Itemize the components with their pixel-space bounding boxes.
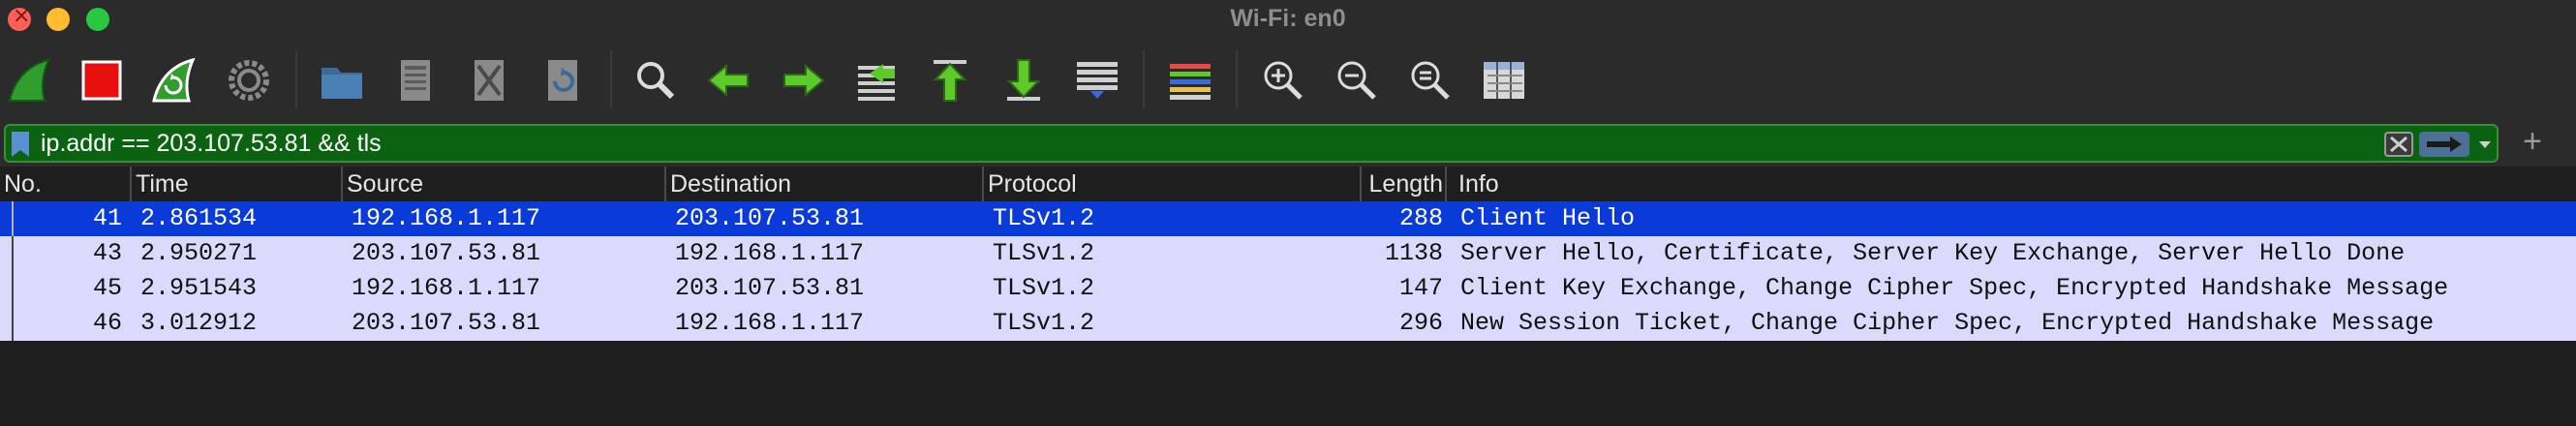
packet-protocol: TLSv1.2 — [993, 309, 1095, 337]
packet-source: 203.107.53.81 — [352, 309, 541, 337]
go-last-icon[interactable] — [999, 56, 1048, 105]
bookmark-icon[interactable] — [10, 132, 31, 157]
packet-length: 296 — [1398, 309, 1443, 337]
start-capture-icon[interactable] — [6, 56, 54, 105]
colorize-icon[interactable] — [1166, 56, 1214, 105]
related-packet-indicator — [12, 271, 14, 306]
packet-length: 288 — [1398, 204, 1443, 232]
packet-info: Client Hello — [1460, 204, 1636, 232]
packet-row[interactable]: 41 2.861534 192.168.1.117 203.107.53.81 … — [0, 201, 2576, 236]
packet-list-empty-area — [0, 341, 2576, 426]
packet-protocol: TLSv1.2 — [993, 204, 1095, 232]
packet-no: 45 — [92, 274, 122, 302]
packet-list-header: No. Time Source Destination Protocol Len… — [0, 167, 2576, 202]
reload-file-icon[interactable] — [538, 56, 587, 105]
column-header-destination[interactable]: Destination — [666, 167, 984, 201]
packet-source: 203.107.53.81 — [352, 239, 541, 267]
packet-destination: 203.107.53.81 — [675, 274, 865, 302]
filter-history-dropdown[interactable] — [2475, 132, 2495, 157]
packet-row[interactable]: 43 2.950271 203.107.53.81 192.168.1.117 … — [0, 236, 2576, 271]
packet-time: 2.950271 — [140, 239, 258, 267]
go-back-icon[interactable] — [705, 56, 753, 105]
close-file-icon[interactable] — [465, 56, 513, 105]
display-filter-input[interactable] — [41, 126, 2365, 161]
packet-time: 3.012912 — [140, 309, 258, 337]
packet-source: 192.168.1.117 — [352, 274, 541, 302]
related-packet-indicator — [12, 306, 14, 341]
zoom-in-icon[interactable] — [1259, 56, 1307, 105]
add-filter-button-icon[interactable]: + — [2518, 122, 2547, 161]
packet-row[interactable]: 45 2.951543 192.168.1.117 203.107.53.81 … — [0, 271, 2576, 306]
packet-no: 43 — [92, 239, 122, 267]
packet-info: Server Hello, Certificate, Server Key Ex… — [1460, 239, 2406, 267]
packet-time: 2.861534 — [140, 204, 258, 232]
column-header-length[interactable]: Length — [1362, 167, 1447, 201]
packet-source: 192.168.1.117 — [352, 204, 541, 232]
packet-protocol: TLSv1.2 — [993, 239, 1095, 267]
packet-destination: 192.168.1.117 — [675, 239, 865, 267]
packet-no: 41 — [92, 204, 122, 232]
zoom-normal-icon[interactable] — [1406, 56, 1455, 105]
restart-capture-icon[interactable] — [150, 56, 199, 105]
packet-destination: 203.107.53.81 — [675, 204, 865, 232]
save-file-icon[interactable] — [391, 56, 440, 105]
apply-filter-button[interactable] — [2419, 132, 2469, 157]
column-header-source[interactable]: Source — [343, 167, 666, 201]
capture-options-icon[interactable] — [225, 56, 273, 105]
packet-protocol: TLSv1.2 — [993, 274, 1095, 302]
auto-scroll-icon[interactable] — [1073, 56, 1121, 105]
window-title: Wi-Fi: en0 — [1230, 5, 1346, 32]
zoom-out-icon[interactable] — [1333, 56, 1381, 105]
go-forward-icon[interactable] — [779, 56, 827, 105]
main-toolbar — [0, 39, 2576, 120]
packet-row[interactable]: 46 3.012912 203.107.53.81 192.168.1.117 … — [0, 306, 2576, 341]
packet-length: 1138 — [1384, 239, 1443, 267]
column-header-info[interactable]: Info — [1455, 167, 2576, 201]
resize-columns-icon[interactable] — [1480, 56, 1528, 105]
toolbar-separator — [295, 50, 297, 108]
packet-destination: 192.168.1.117 — [675, 309, 865, 337]
packet-length: 147 — [1398, 274, 1443, 302]
find-packet-icon[interactable] — [631, 56, 680, 105]
display-filter-bar — [0, 120, 2576, 167]
clear-filter-button[interactable] — [2384, 132, 2413, 157]
packet-info: New Session Ticket, Change Cipher Spec, … — [1460, 309, 2435, 337]
column-header-time[interactable]: Time — [132, 167, 343, 201]
toolbar-separator — [1143, 50, 1145, 108]
related-packet-indicator — [12, 236, 14, 271]
column-header-protocol[interactable]: Protocol — [984, 167, 1362, 201]
packet-info: Client Key Exchange, Change Cipher Spec,… — [1460, 274, 2449, 302]
packet-time: 2.951543 — [140, 274, 258, 302]
packet-no: 46 — [92, 309, 122, 337]
toolbar-separator — [1236, 50, 1238, 108]
column-header-no[interactable]: No. — [0, 167, 132, 201]
related-packet-indicator — [12, 201, 14, 236]
toolbar-separator — [610, 50, 612, 108]
display-filter-field — [4, 124, 2499, 163]
title-bar: Wi-Fi: en0 — [0, 0, 2576, 39]
go-to-packet-icon[interactable] — [852, 56, 901, 105]
go-first-icon[interactable] — [926, 56, 974, 105]
stop-capture-icon[interactable] — [77, 56, 126, 105]
open-file-icon[interactable] — [318, 56, 366, 105]
